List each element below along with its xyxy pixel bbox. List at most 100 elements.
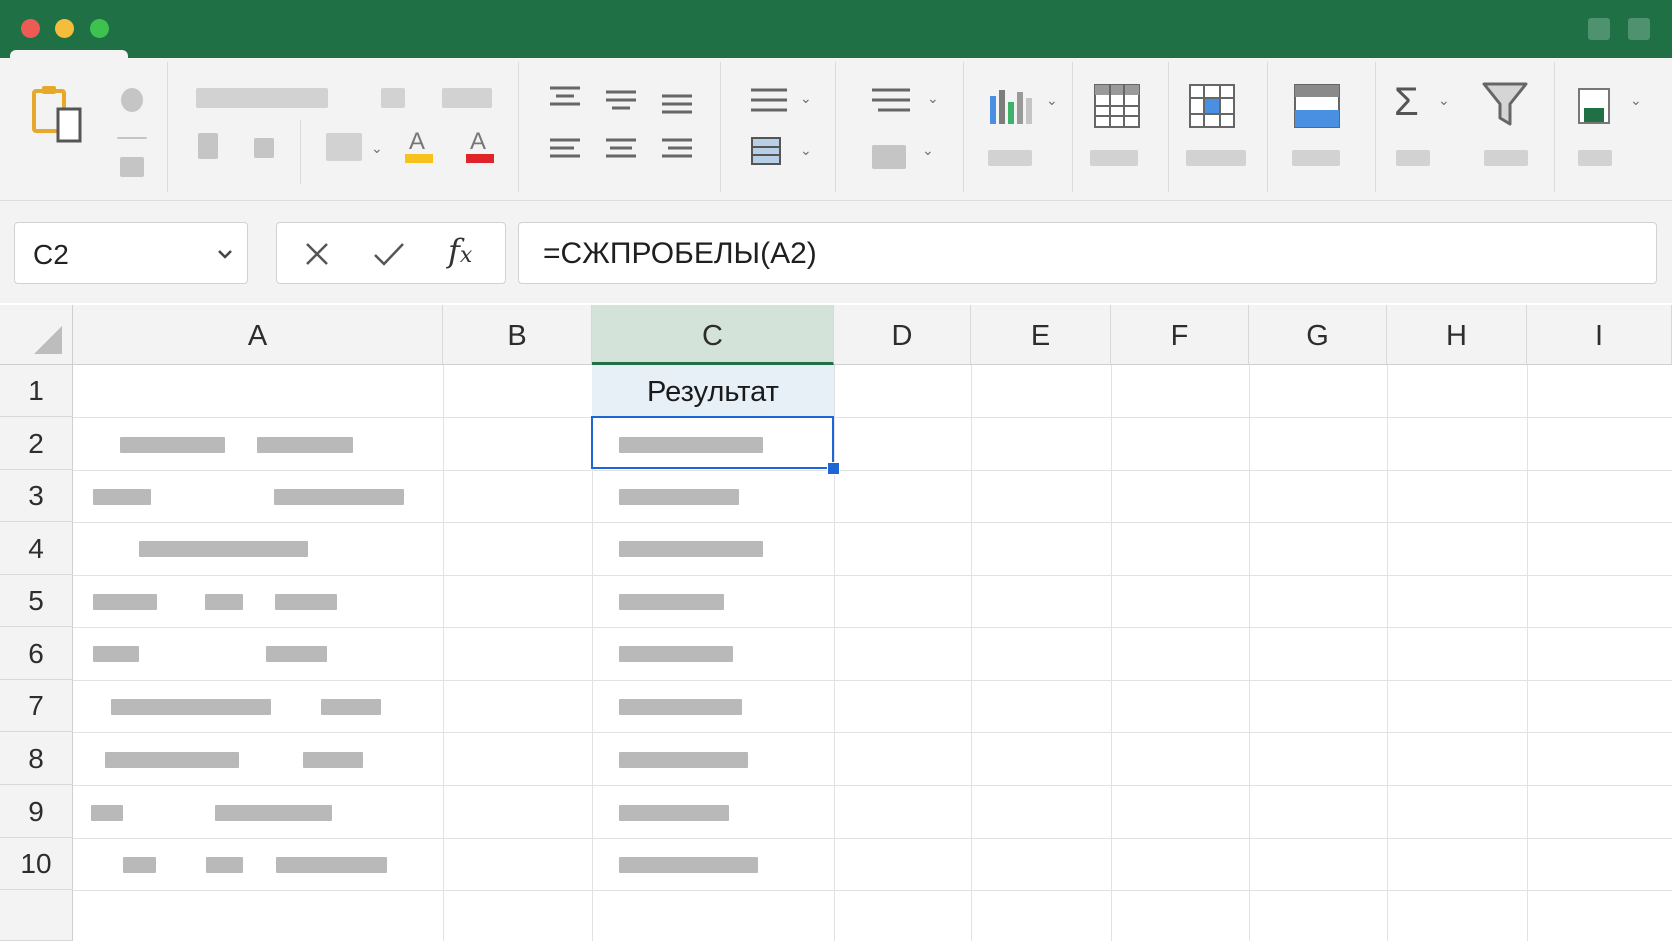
column-header-g[interactable]: G xyxy=(1249,305,1387,365)
maximize-window-button[interactable] xyxy=(90,19,109,38)
font-color-icon[interactable]: A xyxy=(466,128,494,164)
alignment-group[interactable] xyxy=(548,82,698,192)
cell-a6-text xyxy=(93,646,139,662)
cell-c10-text xyxy=(619,857,758,873)
row-header-empty[interactable] xyxy=(0,890,73,941)
column-header-c[interactable]: C xyxy=(592,305,834,365)
cell-a3-text xyxy=(274,489,404,505)
number-format-icon[interactable] xyxy=(870,86,912,116)
fill-handle[interactable] xyxy=(827,462,840,475)
chart-label xyxy=(988,150,1032,166)
cell-a5-text xyxy=(275,594,337,610)
share-button[interactable] xyxy=(1588,18,1610,40)
font-size-box[interactable] xyxy=(381,88,405,108)
filter-icon[interactable] xyxy=(1482,82,1528,126)
wrap-dropdown-icon[interactable]: ⌄ xyxy=(800,91,812,105)
minimize-window-button[interactable] xyxy=(55,19,74,38)
row-header-3[interactable]: 3 xyxy=(0,470,73,522)
row-header-4[interactable]: 4 xyxy=(0,522,73,575)
borders-button[interactable] xyxy=(326,133,362,161)
cell-c6-text xyxy=(619,646,733,662)
formula-text: =СЖПРОБЕЛЫ(A2) xyxy=(543,237,817,270)
name-box-value: C2 xyxy=(33,239,69,270)
cell-a5-text xyxy=(205,594,243,610)
cell-a2-text xyxy=(257,437,353,453)
cell-c3-text xyxy=(619,489,739,505)
cell-a9-text xyxy=(215,805,332,821)
wrap-text-icon[interactable] xyxy=(749,86,789,176)
row-header-6[interactable]: 6 xyxy=(0,627,73,680)
conditional-format-icon[interactable] xyxy=(872,145,906,169)
cancel-icon[interactable] xyxy=(304,241,330,267)
row-header-10[interactable]: 10 xyxy=(0,838,73,890)
cell-a8-text xyxy=(303,752,363,768)
table-label xyxy=(1090,150,1138,166)
row-header-9[interactable]: 9 xyxy=(0,785,73,838)
add-ins-label xyxy=(1578,150,1612,166)
cell-c9-text xyxy=(619,805,729,821)
bold-button[interactable] xyxy=(198,133,218,159)
add-ins-icon[interactable] xyxy=(1578,88,1612,126)
formula-controls: fx xyxy=(276,222,506,284)
column-header-f[interactable]: F xyxy=(1111,305,1249,365)
cell-a5-text xyxy=(93,594,157,610)
title-bar xyxy=(0,0,1672,58)
insert-function-icon[interactable]: fx xyxy=(448,232,472,270)
italic-button[interactable] xyxy=(254,138,274,158)
cell-a10-text xyxy=(276,857,387,873)
row-header-1[interactable]: 1 xyxy=(0,365,73,417)
enter-icon[interactable] xyxy=(373,241,405,267)
add-ins-dropdown-icon[interactable]: ⌄ xyxy=(1630,93,1642,107)
row-header-2[interactable]: 2 xyxy=(0,417,73,470)
merge-dropdown-icon[interactable]: ⌄ xyxy=(800,143,812,157)
row-header-7[interactable]: 7 xyxy=(0,680,73,732)
row-header-5[interactable]: 5 xyxy=(0,575,73,627)
autosum-label xyxy=(1396,150,1430,166)
table-icon[interactable] xyxy=(1094,84,1140,128)
chart-icon[interactable] xyxy=(990,88,1034,124)
cell-c1-header[interactable]: Результат xyxy=(592,365,834,417)
chevron-down-icon[interactable] xyxy=(217,249,233,259)
conditional-format-dropdown-icon[interactable]: ⌄ xyxy=(922,143,934,157)
filter-label xyxy=(1484,150,1528,166)
format-painter-icon[interactable] xyxy=(121,88,143,112)
fill-color-icon[interactable]: A xyxy=(405,128,433,164)
cut-button[interactable] xyxy=(120,157,144,177)
cell-c8-text xyxy=(619,752,748,768)
column-header-b[interactable]: B xyxy=(443,305,592,365)
divider xyxy=(117,137,147,139)
cell-styles-label xyxy=(1186,150,1246,166)
formula-input[interactable]: =СЖПРОБЕЛЫ(A2) xyxy=(518,222,1657,284)
cell-a8-text xyxy=(105,752,239,768)
cell-a7-text xyxy=(111,699,271,715)
column-header-d[interactable]: D xyxy=(834,305,971,365)
insert-rows-icon[interactable] xyxy=(1294,84,1340,128)
row-header-8[interactable]: 8 xyxy=(0,732,73,785)
cell-a4-text xyxy=(139,541,308,557)
autosum-dropdown-icon[interactable]: ⌄ xyxy=(1438,93,1450,107)
column-header-i[interactable]: I xyxy=(1527,305,1672,365)
autosum-icon[interactable]: Σ xyxy=(1394,80,1419,125)
active-cell-c2[interactable] xyxy=(591,416,834,469)
account-button[interactable] xyxy=(1628,18,1650,40)
cell-styles-icon[interactable] xyxy=(1189,84,1235,128)
borders-dropdown-icon[interactable]: ⌄ xyxy=(371,141,383,155)
insert-label xyxy=(1292,150,1340,166)
close-window-button[interactable] xyxy=(21,19,40,38)
select-all-button[interactable] xyxy=(0,305,73,365)
column-header-h[interactable]: H xyxy=(1387,305,1527,365)
paste-icon[interactable] xyxy=(30,83,84,145)
font-name-box[interactable] xyxy=(196,88,328,108)
cell-a9-text xyxy=(91,805,123,821)
number-format-dropdown-icon[interactable]: ⌄ xyxy=(927,91,939,105)
column-header-a[interactable]: A xyxy=(73,305,443,365)
cell-a3-text xyxy=(93,489,151,505)
column-header-e[interactable]: E xyxy=(971,305,1111,365)
formula-bar-area: C2 fx =СЖПРОБЕЛЫ(A2) xyxy=(0,201,1672,303)
cell-a10-text xyxy=(206,857,243,873)
active-tab-indicator xyxy=(10,50,128,58)
font-size-adjust[interactable] xyxy=(442,88,492,108)
name-box[interactable]: C2 xyxy=(14,222,248,284)
chart-dropdown-icon[interactable]: ⌄ xyxy=(1046,93,1058,107)
ribbon-toolbar: ⌄ A A ⌄ ⌄ ⌄ ⌄ ⌄ Σ ⌄ ⌄ xyxy=(0,58,1672,201)
